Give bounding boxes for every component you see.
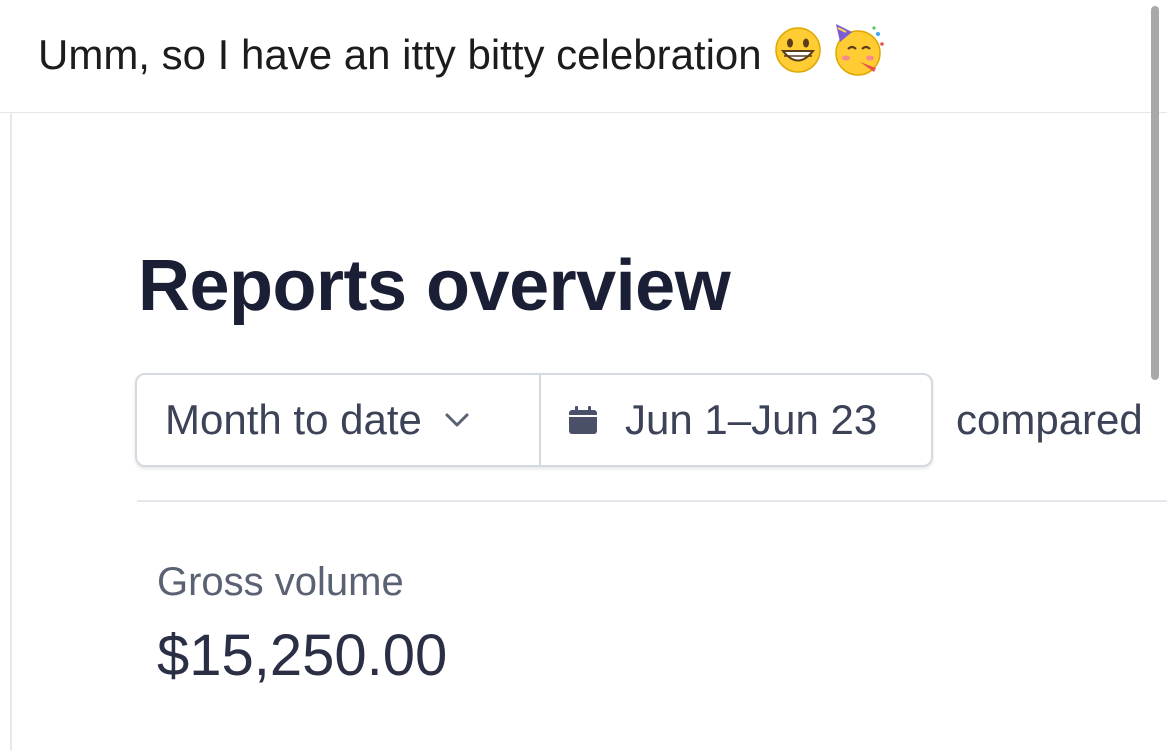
range-select-label: Month to date	[165, 396, 422, 443]
chevron-down-icon	[444, 412, 470, 428]
page-title: Reports overview	[138, 246, 731, 326]
post-header: Umm, so I have an itty bitty celebration	[0, 0, 1167, 380]
compared-label: compared	[956, 396, 1143, 443]
calendar-icon	[567, 404, 599, 436]
partying-face-icon	[830, 22, 886, 88]
post-text: Umm, so I have an itty bitty celebration	[38, 31, 762, 78]
reports-screenshot: Reports overview Month to date Jun 1–Jun…	[0, 112, 1167, 751]
section-divider	[137, 500, 1167, 502]
date-filter-group: Month to date Jun 1–Jun 23	[135, 373, 933, 467]
range-select[interactable]: Month to date	[137, 375, 541, 465]
sidebar-divider	[10, 112, 12, 751]
post-text-row: Umm, so I have an itty bitty celebration	[38, 22, 886, 88]
gross-volume-value: $15,250.00	[157, 623, 448, 688]
grinning-face-icon	[774, 26, 822, 84]
gross-volume-label: Gross volume	[157, 560, 404, 604]
date-range-label: Jun 1–Jun 23	[625, 396, 878, 443]
date-range-picker[interactable]: Jun 1–Jun 23	[541, 375, 931, 465]
